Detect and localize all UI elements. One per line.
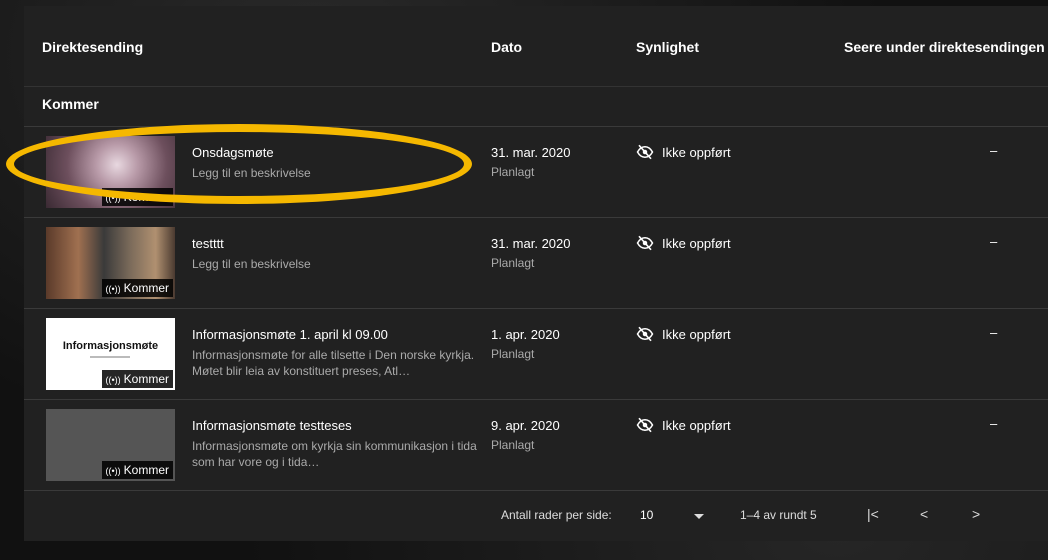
section-label: Kommer: [42, 96, 99, 112]
table-row[interactable]: ((•)) Kommer Onsdagsmøte Legg til en besk…: [24, 127, 1048, 218]
rows-per-page-label: Antall rader per side:: [501, 508, 612, 522]
prev-page-button[interactable]: <: [920, 506, 928, 522]
live-icon: ((•)): [105, 284, 121, 294]
video-description[interactable]: Legg til en beskrivelse: [192, 165, 482, 181]
caret-down-icon[interactable]: [694, 514, 704, 519]
video-description[interactable]: Informasjonsmøte om kyrkja sin kommunika…: [192, 438, 482, 470]
scheduled-date: 9. apr. 2020: [491, 418, 560, 433]
live-icon: ((•)): [105, 375, 121, 385]
eye-off-icon: [636, 235, 654, 251]
video-thumbnail[interactable]: ((•)) Kommer: [46, 136, 175, 208]
viewers-count: –: [990, 234, 998, 249]
header-viewers[interactable]: Seere under direktesendingen: [844, 39, 1045, 55]
viewers-count: –: [990, 143, 998, 158]
schedule-status: Planlagt: [491, 438, 535, 452]
scheduled-date: 1. apr. 2020: [491, 327, 560, 342]
eye-off-icon: [636, 144, 654, 160]
scheduled-date: 31. mar. 2020: [491, 236, 571, 251]
schedule-status: Planlagt: [491, 347, 535, 361]
schedule-status: Planlagt: [491, 256, 535, 270]
eye-off-icon: [636, 417, 654, 433]
video-title[interactable]: Informasjonsmøte 1. april kl 09.00: [192, 327, 388, 342]
visibility-status[interactable]: Ikke oppført: [636, 416, 731, 434]
upcoming-badge: ((•)) Kommer: [101, 188, 173, 206]
viewers-count: –: [990, 416, 998, 431]
viewers-count: –: [990, 325, 998, 340]
upcoming-badge: ((•)) Kommer: [101, 370, 173, 388]
thumbnail-text: Informasjonsmøte: [62, 340, 159, 352]
pagination-footer: Antall rader per side: 10 1–4 av rundt 5…: [24, 490, 1048, 541]
visibility-status[interactable]: Ikke oppført: [636, 234, 731, 252]
video-title[interactable]: Onsdagsmøte: [192, 145, 274, 160]
rows-per-page-select[interactable]: 10: [640, 508, 653, 522]
header-date[interactable]: Dato: [491, 39, 522, 55]
table-row[interactable]: ((•)) Kommer Informasjonsmøte testteses I…: [24, 400, 1048, 491]
scheduled-date: 31. mar. 2020: [491, 145, 571, 160]
header-visibility[interactable]: Synlighet: [636, 39, 699, 55]
video-description[interactable]: Legg til en beskrivelse: [192, 256, 482, 272]
next-page-button[interactable]: >: [972, 506, 980, 522]
table-row[interactable]: Informasjonsmøte ((•)) Kommer Informasjon…: [24, 309, 1048, 400]
visibility-status[interactable]: Ikke oppført: [636, 325, 731, 343]
video-title[interactable]: testttt: [192, 236, 224, 251]
table-row[interactable]: ((•)) Kommer testttt Legg til en beskrive…: [24, 218, 1048, 309]
header-stream[interactable]: Direktesending: [42, 39, 143, 55]
page-range: 1–4 av rundt 5: [740, 508, 817, 522]
live-icon: ((•)): [105, 466, 121, 476]
live-icon: ((•)): [105, 193, 121, 203]
video-title[interactable]: Informasjonsmøte testteses: [192, 418, 352, 433]
video-thumbnail[interactable]: ((•)) Kommer: [46, 409, 175, 481]
upcoming-badge: ((•)) Kommer: [101, 279, 173, 297]
eye-off-icon: [636, 326, 654, 342]
video-thumbnail[interactable]: Informasjonsmøte ((•)) Kommer: [46, 318, 175, 390]
table-header: Direktesending Dato Synlighet Seere unde…: [24, 6, 1048, 87]
first-page-button[interactable]: |<: [867, 506, 879, 522]
visibility-status[interactable]: Ikke oppført: [636, 143, 731, 161]
video-thumbnail[interactable]: ((•)) Kommer: [46, 227, 175, 299]
video-description[interactable]: Informasjonsmøte for alle tilsette i Den…: [192, 347, 482, 379]
schedule-status: Planlagt: [491, 165, 535, 179]
upcoming-badge: ((•)) Kommer: [101, 461, 173, 479]
section-upcoming: Kommer: [24, 86, 1048, 127]
live-streams-table: Direktesending Dato Synlighet Seere unde…: [24, 6, 1048, 541]
thumbnail-subline: [90, 356, 130, 358]
